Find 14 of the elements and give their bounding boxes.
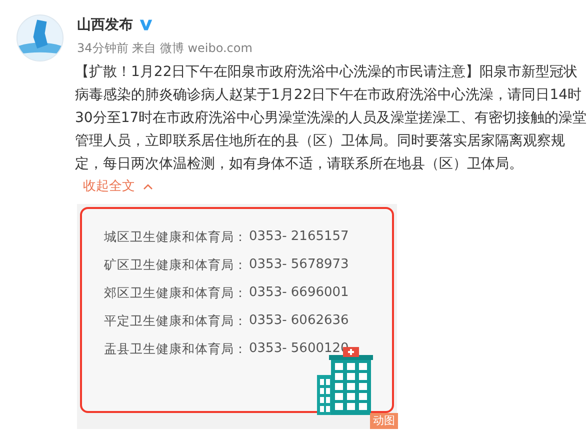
bureau-name: 盂县卫生健康和体育局：: [104, 340, 247, 358]
bureau-name: 平定卫生健康和体育局：: [104, 312, 247, 330]
post-text: 【扩散！1月22日下午在阳泉市政府洗浴中心洗澡的市民请注意】阳泉市新型冠状病毒感染的肺炎确诊病人赵某于1月22日下午在市政府洗浴中心洗澡，请同日14时30分至17时在市政府洗浴中心男澡堂洗澡的人员及澡堂搓澡工、有密切接触的澡堂管理人员，立即联系居住地所在的县（区）卫体局。同时要落实居家隔离观察规定，每日两次体温检测，如有身体不适，请联系所在地县（区）卫体局。: [75, 63, 587, 174]
caret-up-icon: [143, 182, 153, 190]
phone-number: 0353- 6062636: [249, 312, 349, 330]
bureau-name: 城区卫生健康和体育局：: [104, 228, 247, 246]
bureau-name: 矿区卫生健康和体育局：: [104, 256, 247, 274]
account-name[interactable]: 山西发布: [77, 16, 133, 34]
phone-number: 0353- 2165157: [249, 228, 349, 246]
bureau-name: 郊区卫生健康和体育局：: [104, 284, 247, 302]
phone-number: 0353- 6696001: [249, 284, 349, 302]
post-meta: 34分钟前 来自 微博 weibo.com: [77, 40, 252, 57]
animated-badge: 动图: [370, 413, 398, 429]
phone-number: 0353- 5678973: [249, 256, 349, 274]
